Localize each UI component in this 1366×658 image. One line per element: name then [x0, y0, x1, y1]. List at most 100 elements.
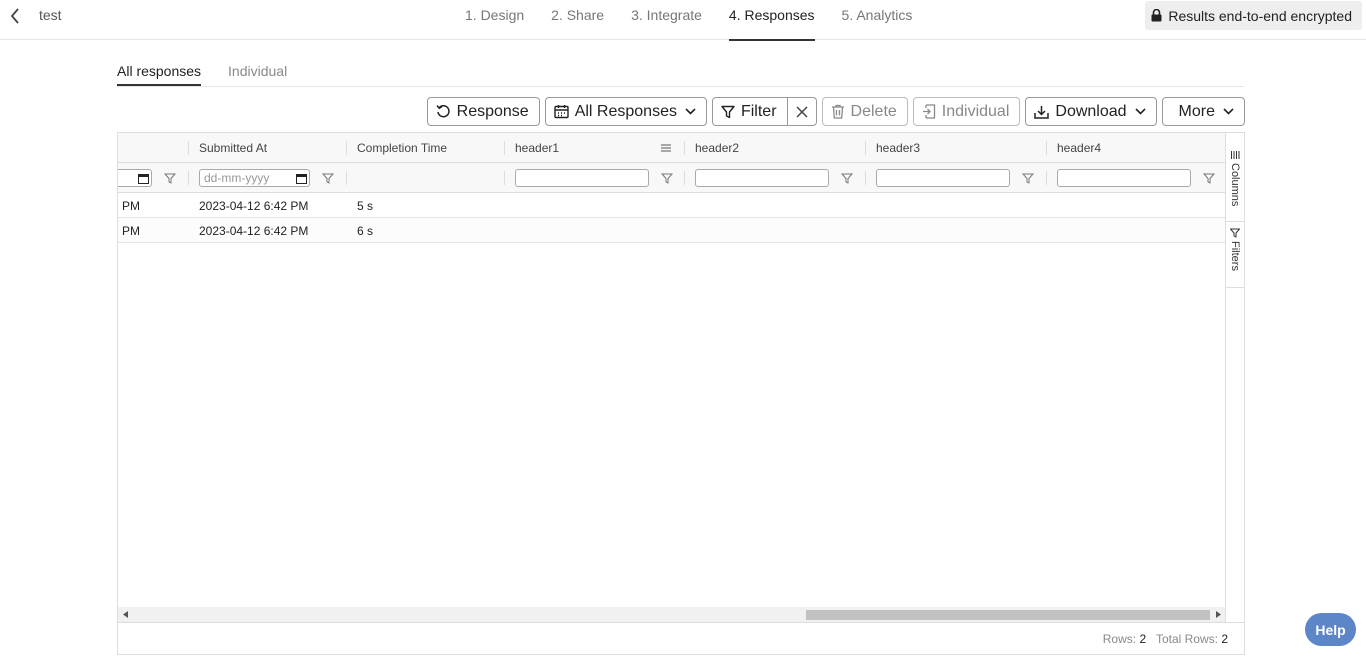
- chevron-down-icon: [1223, 108, 1234, 115]
- scroll-left-icon[interactable]: [118, 607, 133, 622]
- more-button[interactable]: More: [1161, 97, 1245, 126]
- individual-button-label: Individual: [941, 102, 1010, 120]
- grid-header-row: Submitted At Completion Time header1 hea…: [118, 133, 1225, 163]
- column-header-submitted-at[interactable]: Submitted At: [188, 133, 346, 163]
- individual-button[interactable]: Individual: [912, 97, 1021, 126]
- cell-time: PM: [122, 199, 140, 213]
- header1-filter-input[interactable]: [515, 169, 649, 187]
- refresh-icon: [436, 105, 450, 118]
- filter-icon[interactable]: [661, 171, 673, 185]
- top-bar: test 1. Design 2. Share 3. Integrate 4. …: [0, 0, 1366, 41]
- chevron-down-icon: [685, 108, 696, 115]
- calendar-icon: [553, 105, 569, 119]
- date-range-label: All Responses: [574, 102, 677, 120]
- filter-icon[interactable]: [1022, 171, 1034, 185]
- tab-analytics[interactable]: 5. Analytics: [842, 0, 913, 40]
- filters-panel-label: Filters: [1229, 241, 1241, 271]
- submitted-at-date-filter[interactable]: dd-mm-yyyy: [199, 169, 310, 187]
- grid-status-bar: Rows: 2 Total Rows: 2: [118, 622, 1244, 654]
- grid-body: Submitted At Completion Time header1 hea…: [118, 133, 1226, 622]
- table-row[interactable]: PM 2023-04-12 6:42 PM 6 s: [118, 218, 1225, 243]
- filter-cell-completion-time: [346, 163, 504, 193]
- filter-icon[interactable]: [322, 171, 334, 185]
- cell-completion-time: 5 s: [357, 199, 374, 213]
- cell-completion-time: 6 s: [357, 224, 374, 238]
- scroll-right-icon[interactable]: [1211, 607, 1225, 622]
- column-header-header4[interactable]: header4: [1046, 133, 1225, 163]
- filter-cell-header3: [865, 163, 1046, 193]
- tab-integrate[interactable]: 3. Integrate: [631, 0, 702, 40]
- tab-share[interactable]: 2. Share: [551, 0, 604, 40]
- column-header-completion-time[interactable]: Completion Time: [346, 133, 504, 163]
- total-rows-label: Total Rows:: [1155, 632, 1218, 646]
- filter-cell-header2: [684, 163, 865, 193]
- encryption-badge: Results end-to-end encrypted: [1145, 1, 1362, 30]
- filter-icon: [721, 105, 735, 118]
- tab-responses[interactable]: 4. Responses: [728, 0, 815, 41]
- cell-submitted-at: 2023-04-12 6:42 PM: [199, 199, 309, 213]
- grid-side-panel: Columns Filters: [1226, 133, 1244, 622]
- columns-panel-label: Columns: [1229, 163, 1241, 207]
- calendar-icon: [138, 173, 149, 184]
- filter-cell-header1: [504, 163, 684, 193]
- filter-icon: [1230, 228, 1240, 238]
- cell-time: PM: [122, 224, 140, 238]
- delete-button-label: Delete: [850, 102, 897, 120]
- filter-cell-submitted-at: dd-mm-yyyy: [188, 163, 346, 193]
- date-range-dropdown[interactable]: All Responses: [544, 97, 707, 126]
- filter-icon[interactable]: [841, 171, 853, 185]
- horizontal-scrollbar[interactable]: [118, 607, 1225, 622]
- response-button-label: Response: [456, 102, 529, 120]
- header3-filter-input[interactable]: [876, 169, 1010, 187]
- column-header-header2[interactable]: header2: [684, 133, 865, 163]
- column-header-header1[interactable]: header1: [504, 133, 684, 163]
- tab-all-responses[interactable]: All responses: [117, 55, 202, 86]
- filter-icon[interactable]: [1203, 171, 1215, 185]
- column-menu-icon[interactable]: [660, 141, 672, 155]
- filter-button[interactable]: Filter: [711, 97, 788, 126]
- filter-icon[interactable]: [164, 171, 176, 185]
- trash-icon: [831, 104, 844, 119]
- download-button-label: Download: [1055, 102, 1127, 120]
- toolbar: Response All Responses Filter Delete Ind…: [422, 97, 1245, 126]
- scrollbar-thumb[interactable]: [806, 610, 1210, 620]
- filter-cell-time: [118, 163, 188, 193]
- calendar-icon: [296, 173, 307, 184]
- header2-filter-input[interactable]: [695, 169, 829, 187]
- filters-panel-tab[interactable]: Filters: [1226, 228, 1244, 288]
- form-name: test: [39, 7, 62, 23]
- tab-individual[interactable]: Individual: [228, 55, 287, 86]
- response-button[interactable]: Response: [426, 97, 540, 126]
- rows-value: 2: [1139, 632, 1147, 646]
- close-icon: [796, 105, 808, 118]
- help-button[interactable]: Help: [1305, 613, 1356, 646]
- clear-filter-button[interactable]: [787, 97, 817, 126]
- time-date-filter-input[interactable]: [118, 169, 152, 187]
- encryption-text: Results end-to-end encrypted: [1168, 7, 1352, 24]
- column-header-time[interactable]: [118, 133, 188, 163]
- download-button[interactable]: Download: [1025, 97, 1157, 126]
- columns-icon: [1231, 151, 1240, 159]
- grid-filter-row: dd-mm-yyyy: [118, 163, 1225, 193]
- chevron-down-icon: [1134, 108, 1146, 115]
- column-header-header3[interactable]: header3: [865, 133, 1046, 163]
- total-rows-value: 2: [1221, 632, 1228, 646]
- step-nav: 1. Design 2. Share 3. Integrate 4. Respo…: [465, 0, 939, 41]
- filter-button-label: Filter: [740, 102, 777, 120]
- row-count: Rows: 2 Total Rows: 2: [1103, 632, 1228, 646]
- filter-button-group: Filter: [711, 97, 817, 126]
- table-row[interactable]: PM 2023-04-12 6:42 PM 5 s: [118, 193, 1225, 218]
- rows-label: Rows:: [1102, 632, 1137, 646]
- date-placeholder: dd-mm-yyyy: [204, 171, 270, 185]
- cell-submitted-at: 2023-04-12 6:42 PM: [199, 224, 309, 238]
- tab-design[interactable]: 1. Design: [465, 0, 524, 40]
- more-button-label: More: [1178, 102, 1215, 120]
- header4-filter-input[interactable]: [1057, 169, 1191, 187]
- columns-panel-tab[interactable]: Columns: [1226, 150, 1244, 222]
- sign-in-icon: [922, 104, 935, 119]
- delete-button[interactable]: Delete: [821, 97, 908, 126]
- responses-grid: Submitted At Completion Time header1 hea…: [117, 132, 1245, 655]
- back-arrow-icon[interactable]: [4, 4, 26, 28]
- filter-cell-header4: [1046, 163, 1225, 193]
- lock-icon: [1151, 9, 1162, 22]
